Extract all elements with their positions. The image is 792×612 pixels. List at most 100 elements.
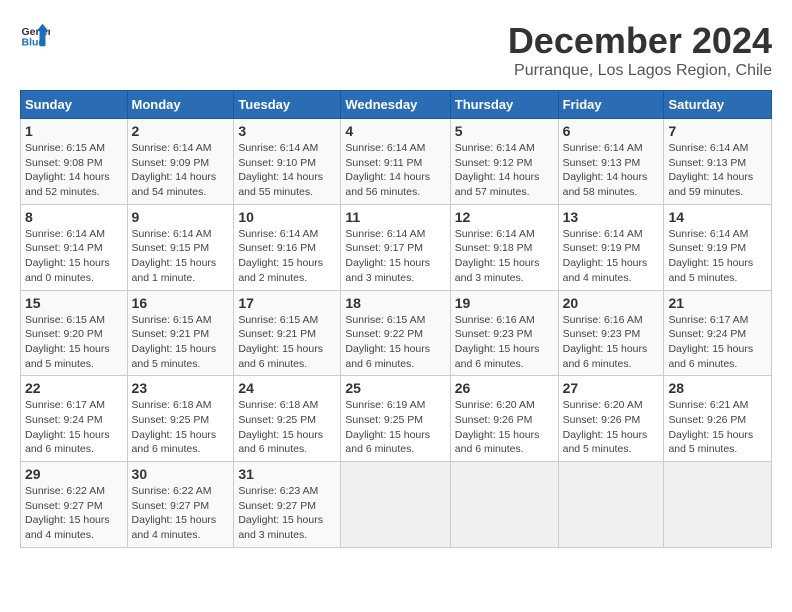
day-info: Sunrise: 6:14 AMSunset: 9:10 PMDaylight:… xyxy=(238,141,336,200)
day-number: 27 xyxy=(563,380,660,396)
day-info: Sunrise: 6:15 AMSunset: 9:22 PMDaylight:… xyxy=(345,313,445,372)
calendar-cell: 24 Sunrise: 6:18 AMSunset: 9:25 PMDaylig… xyxy=(234,376,341,462)
calendar-cell: 23 Sunrise: 6:18 AMSunset: 9:25 PMDaylig… xyxy=(127,376,234,462)
day-number: 23 xyxy=(132,380,230,396)
day-number: 10 xyxy=(238,209,336,225)
day-info: Sunrise: 6:15 AMSunset: 9:21 PMDaylight:… xyxy=(132,313,230,372)
day-number: 30 xyxy=(132,466,230,482)
day-info: Sunrise: 6:16 AMSunset: 9:23 PMDaylight:… xyxy=(455,313,554,372)
header-thursday: Thursday xyxy=(450,91,558,119)
day-info: Sunrise: 6:21 AMSunset: 9:26 PMDaylight:… xyxy=(668,398,767,457)
day-info: Sunrise: 6:23 AMSunset: 9:27 PMDaylight:… xyxy=(238,484,336,543)
calendar-cell xyxy=(341,462,450,548)
day-info: Sunrise: 6:17 AMSunset: 9:24 PMDaylight:… xyxy=(668,313,767,372)
header-saturday: Saturday xyxy=(664,91,772,119)
calendar-cell: 15 Sunrise: 6:15 AMSunset: 9:20 PMDaylig… xyxy=(21,290,128,376)
day-number: 20 xyxy=(563,295,660,311)
day-info: Sunrise: 6:14 AMSunset: 9:09 PMDaylight:… xyxy=(132,141,230,200)
day-info: Sunrise: 6:14 AMSunset: 9:19 PMDaylight:… xyxy=(563,227,660,286)
day-info: Sunrise: 6:14 AMSunset: 9:19 PMDaylight:… xyxy=(668,227,767,286)
day-number: 9 xyxy=(132,209,230,225)
day-number: 2 xyxy=(132,123,230,139)
calendar-cell: 31 Sunrise: 6:23 AMSunset: 9:27 PMDaylig… xyxy=(234,462,341,548)
day-info: Sunrise: 6:15 AMSunset: 9:21 PMDaylight:… xyxy=(238,313,336,372)
day-number: 3 xyxy=(238,123,336,139)
day-info: Sunrise: 6:14 AMSunset: 9:15 PMDaylight:… xyxy=(132,227,230,286)
calendar-week-row: 1 Sunrise: 6:15 AMSunset: 9:08 PMDayligh… xyxy=(21,119,772,205)
calendar-cell: 10 Sunrise: 6:14 AMSunset: 9:16 PMDaylig… xyxy=(234,204,341,290)
day-number: 4 xyxy=(345,123,445,139)
day-number: 28 xyxy=(668,380,767,396)
calendar-cell: 13 Sunrise: 6:14 AMSunset: 9:19 PMDaylig… xyxy=(558,204,664,290)
logo-icon: General Blue xyxy=(20,20,50,50)
calendar-week-row: 22 Sunrise: 6:17 AMSunset: 9:24 PMDaylig… xyxy=(21,376,772,462)
calendar-cell: 5 Sunrise: 6:14 AMSunset: 9:12 PMDayligh… xyxy=(450,119,558,205)
day-number: 26 xyxy=(455,380,554,396)
calendar-cell: 26 Sunrise: 6:20 AMSunset: 9:26 PMDaylig… xyxy=(450,376,558,462)
calendar-cell: 12 Sunrise: 6:14 AMSunset: 9:18 PMDaylig… xyxy=(450,204,558,290)
day-number: 7 xyxy=(668,123,767,139)
day-number: 8 xyxy=(25,209,123,225)
logo: General Blue xyxy=(20,20,50,50)
day-number: 18 xyxy=(345,295,445,311)
calendar-cell: 30 Sunrise: 6:22 AMSunset: 9:27 PMDaylig… xyxy=(127,462,234,548)
calendar-cell: 19 Sunrise: 6:16 AMSunset: 9:23 PMDaylig… xyxy=(450,290,558,376)
calendar-cell xyxy=(558,462,664,548)
day-info: Sunrise: 6:14 AMSunset: 9:13 PMDaylight:… xyxy=(563,141,660,200)
calendar-cell: 27 Sunrise: 6:20 AMSunset: 9:26 PMDaylig… xyxy=(558,376,664,462)
calendar-cell: 1 Sunrise: 6:15 AMSunset: 9:08 PMDayligh… xyxy=(21,119,128,205)
day-number: 24 xyxy=(238,380,336,396)
day-info: Sunrise: 6:14 AMSunset: 9:17 PMDaylight:… xyxy=(345,227,445,286)
calendar-cell: 17 Sunrise: 6:15 AMSunset: 9:21 PMDaylig… xyxy=(234,290,341,376)
calendar-cell xyxy=(664,462,772,548)
day-number: 25 xyxy=(345,380,445,396)
calendar-cell: 14 Sunrise: 6:14 AMSunset: 9:19 PMDaylig… xyxy=(664,204,772,290)
calendar-cell: 7 Sunrise: 6:14 AMSunset: 9:13 PMDayligh… xyxy=(664,119,772,205)
day-number: 5 xyxy=(455,123,554,139)
calendar-header-row: Sunday Monday Tuesday Wednesday Thursday… xyxy=(21,91,772,119)
day-number: 11 xyxy=(345,209,445,225)
day-number: 1 xyxy=(25,123,123,139)
day-info: Sunrise: 6:14 AMSunset: 9:13 PMDaylight:… xyxy=(668,141,767,200)
page-header: General Blue December 2024 Purranque, Lo… xyxy=(20,20,772,80)
day-info: Sunrise: 6:19 AMSunset: 9:25 PMDaylight:… xyxy=(345,398,445,457)
day-number: 13 xyxy=(563,209,660,225)
day-number: 6 xyxy=(563,123,660,139)
day-info: Sunrise: 6:22 AMSunset: 9:27 PMDaylight:… xyxy=(132,484,230,543)
day-info: Sunrise: 6:14 AMSunset: 9:11 PMDaylight:… xyxy=(345,141,445,200)
title-area: December 2024 Purranque, Los Lagos Regio… xyxy=(508,20,772,80)
day-info: Sunrise: 6:14 AMSunset: 9:12 PMDaylight:… xyxy=(455,141,554,200)
day-number: 16 xyxy=(132,295,230,311)
header-monday: Monday xyxy=(127,91,234,119)
day-number: 22 xyxy=(25,380,123,396)
calendar-cell: 3 Sunrise: 6:14 AMSunset: 9:10 PMDayligh… xyxy=(234,119,341,205)
day-number: 29 xyxy=(25,466,123,482)
day-number: 17 xyxy=(238,295,336,311)
day-number: 15 xyxy=(25,295,123,311)
calendar-week-row: 8 Sunrise: 6:14 AMSunset: 9:14 PMDayligh… xyxy=(21,204,772,290)
day-info: Sunrise: 6:17 AMSunset: 9:24 PMDaylight:… xyxy=(25,398,123,457)
calendar-cell: 4 Sunrise: 6:14 AMSunset: 9:11 PMDayligh… xyxy=(341,119,450,205)
calendar-cell: 9 Sunrise: 6:14 AMSunset: 9:15 PMDayligh… xyxy=(127,204,234,290)
calendar-cell: 18 Sunrise: 6:15 AMSunset: 9:22 PMDaylig… xyxy=(341,290,450,376)
day-number: 31 xyxy=(238,466,336,482)
calendar-cell: 25 Sunrise: 6:19 AMSunset: 9:25 PMDaylig… xyxy=(341,376,450,462)
calendar-cell: 11 Sunrise: 6:14 AMSunset: 9:17 PMDaylig… xyxy=(341,204,450,290)
day-info: Sunrise: 6:20 AMSunset: 9:26 PMDaylight:… xyxy=(455,398,554,457)
header-friday: Friday xyxy=(558,91,664,119)
calendar-cell: 20 Sunrise: 6:16 AMSunset: 9:23 PMDaylig… xyxy=(558,290,664,376)
calendar-table: Sunday Monday Tuesday Wednesday Thursday… xyxy=(20,90,772,548)
calendar-cell: 2 Sunrise: 6:14 AMSunset: 9:09 PMDayligh… xyxy=(127,119,234,205)
calendar-cell: 8 Sunrise: 6:14 AMSunset: 9:14 PMDayligh… xyxy=(21,204,128,290)
calendar-cell: 21 Sunrise: 6:17 AMSunset: 9:24 PMDaylig… xyxy=(664,290,772,376)
day-number: 14 xyxy=(668,209,767,225)
day-info: Sunrise: 6:18 AMSunset: 9:25 PMDaylight:… xyxy=(132,398,230,457)
calendar-cell: 28 Sunrise: 6:21 AMSunset: 9:26 PMDaylig… xyxy=(664,376,772,462)
calendar-cell: 29 Sunrise: 6:22 AMSunset: 9:27 PMDaylig… xyxy=(21,462,128,548)
day-info: Sunrise: 6:14 AMSunset: 9:16 PMDaylight:… xyxy=(238,227,336,286)
month-title: December 2024 xyxy=(508,20,772,62)
day-info: Sunrise: 6:15 AMSunset: 9:20 PMDaylight:… xyxy=(25,313,123,372)
day-info: Sunrise: 6:14 AMSunset: 9:14 PMDaylight:… xyxy=(25,227,123,286)
location-title: Purranque, Los Lagos Region, Chile xyxy=(508,62,772,80)
calendar-cell xyxy=(450,462,558,548)
